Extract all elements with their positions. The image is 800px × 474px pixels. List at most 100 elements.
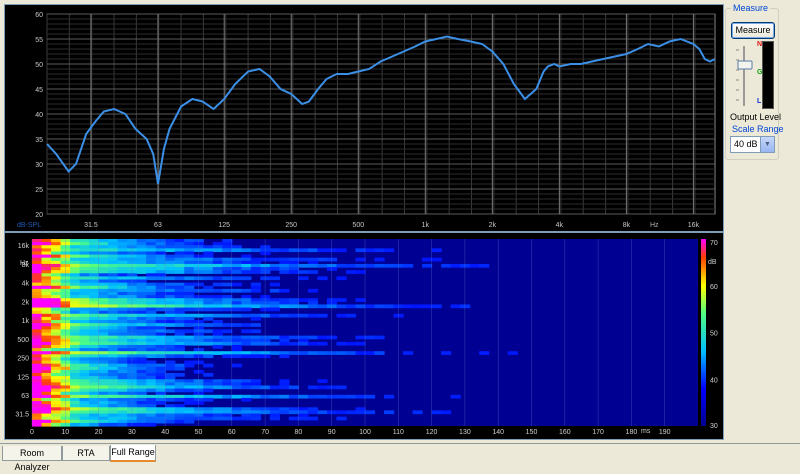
- spectrogram-cell: [317, 385, 328, 390]
- tab-room-analyzer[interactable]: Room Analyzer: [2, 446, 62, 472]
- spectrogram-cell: [279, 270, 290, 274]
- spectrogram-cell: [403, 351, 414, 355]
- spectrogram-x-tick-label: 150: [526, 429, 538, 436]
- spectrogram-cell: [431, 410, 442, 415]
- spectrogram-cell: [146, 276, 157, 281]
- spectrogram-cell: [222, 270, 233, 274]
- spectrogram-cell: [165, 397, 176, 402]
- spectrogram-cell: [250, 270, 261, 274]
- spectrogram-cell: [269, 416, 280, 421]
- spectrogram-cell: [269, 257, 280, 262]
- spectrogram-cell: [298, 341, 309, 346]
- spectrogram-cell: [345, 263, 357, 268]
- spectrogram-cell: [203, 416, 214, 421]
- spectrogram-cell: [184, 307, 195, 312]
- spectrogram-cell: [384, 304, 395, 309]
- spectrogram-cell: [193, 270, 204, 274]
- spectrogram-cell: [450, 304, 461, 309]
- spectrogram-cell: [422, 263, 433, 268]
- spectrogram-cell: [231, 282, 242, 287]
- tab-full-range[interactable]: Full Range: [110, 445, 156, 462]
- chevron-down-icon[interactable]: ▼: [760, 137, 774, 152]
- spectrogram-cell: [231, 385, 242, 390]
- spectrogram-cell: [288, 248, 299, 253]
- spectrogram-cell: [384, 263, 395, 268]
- spectrogram-cell: [422, 304, 433, 309]
- spectrogram-cell: [355, 351, 366, 355]
- output-level-slider[interactable]: [733, 44, 755, 108]
- spectrogram-cell: [212, 288, 223, 293]
- spectrogram-cell: [193, 341, 204, 346]
- spectrogram-cell: [393, 313, 404, 318]
- spectrogram-cell: [203, 307, 214, 312]
- spectrogram-cell: [450, 394, 461, 399]
- spectrogram-cell: [250, 288, 261, 293]
- spectrogram-cell: [184, 341, 195, 346]
- spectrogram-cell: [384, 410, 395, 415]
- spectrogram-cell: [365, 335, 376, 340]
- spectrogram-y-tick-label: 31.5: [15, 412, 29, 419]
- spectrogram-cell: [260, 394, 271, 399]
- spectrogram-cell: [32, 422, 43, 427]
- spectrogram-cell: [355, 298, 366, 302]
- spectrogram-cell: [212, 270, 223, 274]
- spectrogram-cell: [298, 351, 309, 355]
- spectrogram-cell: [241, 313, 252, 318]
- spectrogram-cell: [355, 304, 366, 309]
- spectrogram-x-tick-label: 70: [261, 429, 269, 436]
- tab-rta[interactable]: RTA: [62, 446, 110, 461]
- colorbar-tick-label: 40: [710, 377, 718, 384]
- spectrogram-cell: [269, 282, 280, 287]
- spectrogram-cell: [279, 394, 290, 399]
- spectrogram-cell: [260, 307, 271, 312]
- spectrogram-cell: [288, 313, 299, 318]
- scale-range-label: Scale Range: [732, 124, 784, 134]
- spectrogram-cell: [260, 410, 271, 415]
- spectrogram-cell: [231, 313, 242, 318]
- spectrogram-cell: [203, 397, 214, 402]
- spectrogram-x-tick-label: 120: [426, 429, 438, 436]
- spectrogram-cell: [241, 248, 252, 253]
- spectrogram-cell: [279, 354, 290, 359]
- scale-range-value: 40 dB: [734, 139, 758, 149]
- scale-range-select[interactable]: 40 dB ▼: [730, 136, 775, 153]
- spectrogram-cell: [203, 363, 214, 368]
- spectrogram-cell: [155, 354, 166, 359]
- measure-button[interactable]: Measure: [731, 22, 775, 39]
- spectrogram-cell: [250, 304, 261, 309]
- spectrogram-cell: [441, 263, 452, 268]
- spectrogram-cell: [365, 394, 376, 399]
- slider-thumb[interactable]: [737, 60, 753, 70]
- spectrogram-x-tick-label: 190: [659, 429, 671, 436]
- spectrogram-x-tick-label: 0: [30, 429, 34, 436]
- spectrogram-cell: [307, 410, 319, 415]
- spectrogram-cell: [412, 304, 423, 309]
- spectrogram-cell: [203, 276, 214, 281]
- colorbar: [701, 239, 706, 426]
- spectrogram-cell: [298, 394, 309, 399]
- spectrogram-cell: [431, 248, 442, 253]
- spectrogram-cell: [260, 251, 271, 256]
- x-tick-label: 1k: [422, 222, 430, 229]
- spectrogram-cell: [146, 354, 157, 359]
- spectrogram-cell: [441, 410, 452, 415]
- spectrogram-cell: [222, 282, 233, 287]
- spectrogram-cell: [384, 394, 395, 399]
- spectrogram-cell: [203, 270, 214, 274]
- spectrogram-cell: [203, 341, 214, 346]
- spectrogram-cell: [374, 248, 385, 253]
- spectrogram-cell: [355, 263, 366, 268]
- spectrogram-cell: [288, 385, 299, 390]
- spectrogram-x-tick-label: 50: [195, 429, 203, 436]
- spectrogram-cell: [355, 248, 366, 253]
- spectrogram-x-tick-label: 20: [95, 429, 103, 436]
- spectrogram-cell: [298, 416, 309, 421]
- meter-top-label: N: [757, 41, 763, 48]
- spectrogram-cell: [165, 248, 176, 253]
- x-tick-label: 63: [154, 222, 162, 229]
- spectrogram-cell: [298, 276, 309, 281]
- spectrogram-cell: [184, 401, 195, 405]
- spectrogram-cell: [317, 313, 328, 318]
- spectrogram-cell: [479, 263, 490, 268]
- spectrogram-cell: [326, 385, 338, 390]
